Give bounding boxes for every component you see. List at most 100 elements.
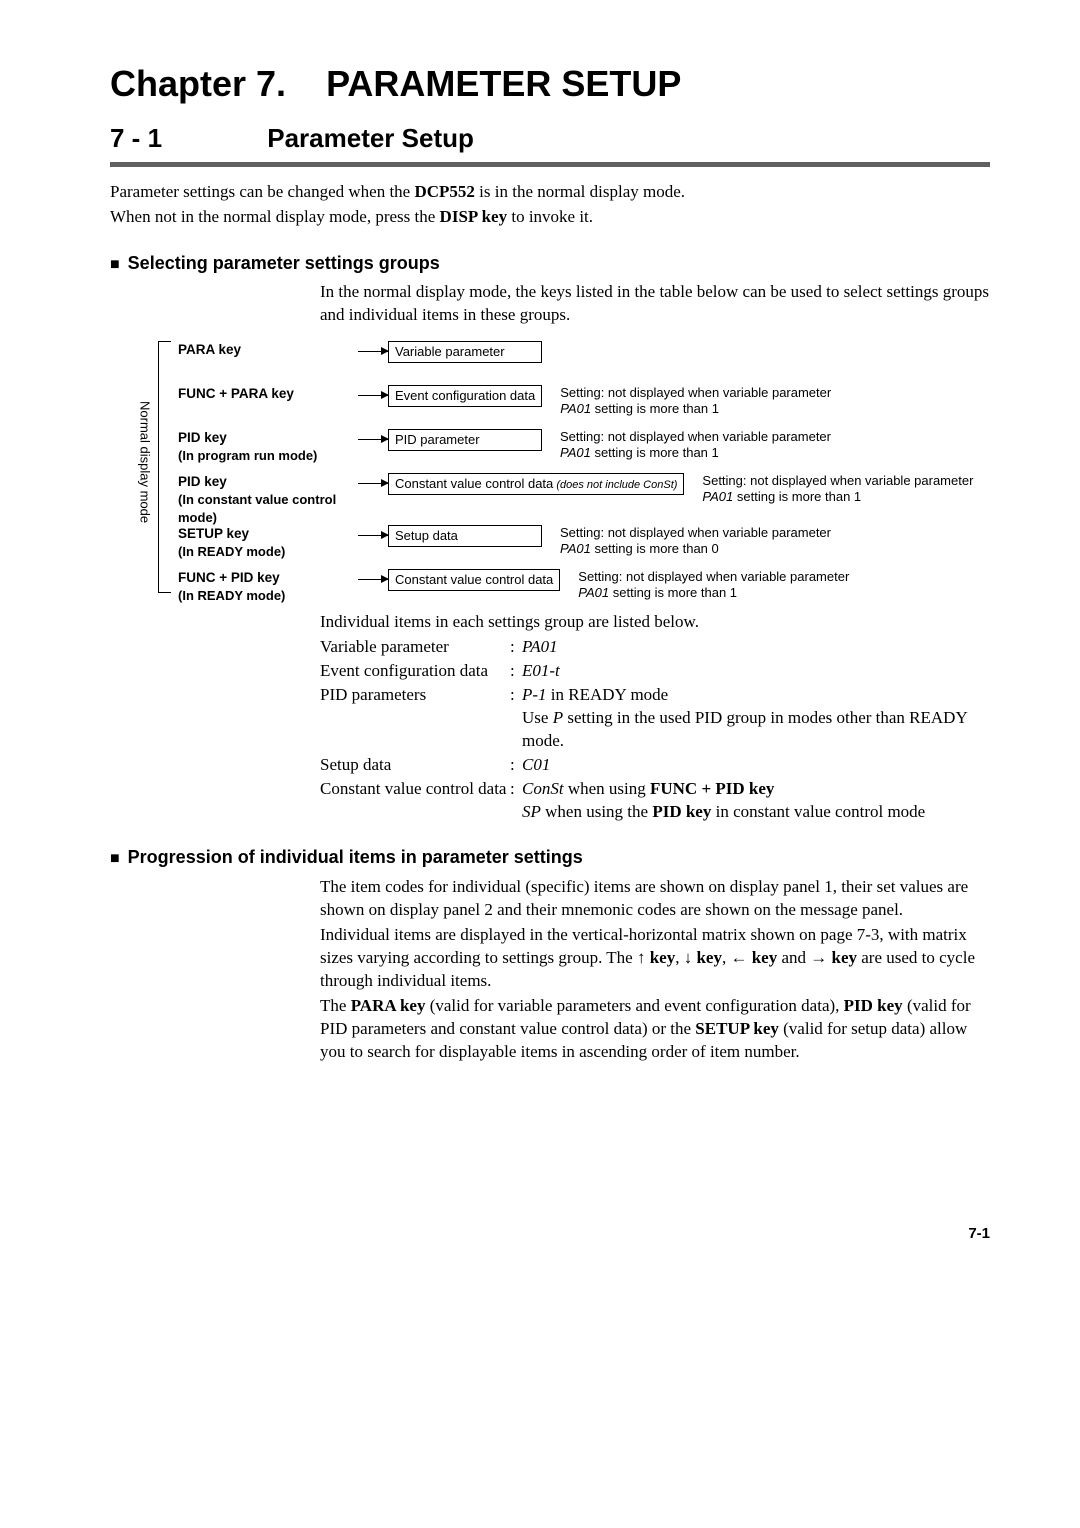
item-value-i: SP <box>522 802 541 821</box>
section-rule <box>110 162 990 167</box>
p3-text: The <box>320 996 351 1015</box>
group-box: Event configuration data <box>388 385 542 407</box>
key-left: ← key <box>730 948 777 967</box>
key-sublabel: (In READY mode) <box>178 587 358 605</box>
item-value-post: in READY mode <box>547 685 669 704</box>
note-line1: Setting: not displayed when variable par… <box>560 525 831 541</box>
key-label: PID key <box>178 429 358 447</box>
intro-text: to invoke it. <box>507 207 593 226</box>
note-line2: setting is more than 1 <box>591 401 719 416</box>
group-box: Constant value control data (does not in… <box>388 473 684 495</box>
item-value-key: PID key <box>652 802 711 821</box>
item-label: Constant value control data <box>320 778 510 824</box>
subheading-text: Progression of individual items in param… <box>128 847 583 867</box>
note-line2: setting is more than 1 <box>733 489 861 504</box>
diagram-row: PARA key Variable parameter <box>178 341 542 363</box>
sub1-paragraph: In the normal display mode, the keys lis… <box>320 281 990 327</box>
key-sublabel: (In program run mode) <box>178 447 358 465</box>
page-number: 7-1 <box>110 1224 990 1244</box>
sub2-p2: Individual items are displayed in the ve… <box>320 924 990 993</box>
key-label: PARA key <box>178 341 358 359</box>
subheading-selecting: ■ Selecting parameter settings groups <box>110 251 990 276</box>
key-right: → key <box>810 948 857 967</box>
note-line1: Setting: not displayed when variable par… <box>560 385 831 401</box>
arrow-icon <box>358 579 388 580</box>
square-bullet-icon: ■ <box>110 256 120 273</box>
sub2-p3: The PARA key (valid for variable paramet… <box>320 995 990 1064</box>
diagram-row: FUNC + PARA key Event configuration data… <box>178 385 831 418</box>
note-param: PA01 <box>578 585 609 600</box>
colon: : <box>510 754 522 777</box>
section-number: 7 - 1 <box>110 121 260 156</box>
group-box-text: Constant value control data <box>395 572 553 587</box>
key-sublabel: (In constant value control mode) <box>178 491 358 526</box>
square-bullet-icon: ■ <box>110 850 120 867</box>
arrow-icon <box>358 483 388 484</box>
key-diagram: Normal display mode PARA key Variable pa… <box>168 341 990 601</box>
colon: : <box>510 778 522 824</box>
key-setup: SETUP key <box>695 1019 779 1038</box>
mode-label: Normal display mode <box>136 401 154 523</box>
diagram-row: PID key (In constant value control mode)… <box>178 473 973 526</box>
diagram-row: SETUP key (In READY mode) Setup data Set… <box>178 525 831 561</box>
note-line2: setting is more than 1 <box>591 445 719 460</box>
item-value: C01 <box>522 755 550 774</box>
key-label: SETUP key <box>178 525 358 543</box>
sep: , <box>675 948 684 967</box>
colon: : <box>510 684 522 753</box>
note-line2: setting is more than 0 <box>591 541 719 556</box>
sub2-p1: The item codes for individual (specific)… <box>320 876 990 922</box>
item-label: PID parameters <box>320 684 510 753</box>
note-line1: Setting: not displayed when variable par… <box>578 569 849 585</box>
subheading-text: Selecting parameter settings groups <box>128 253 440 273</box>
items-list: Individual items in each settings group … <box>320 611 990 823</box>
group-box-note: (does not include ConSt) <box>553 479 677 491</box>
subheading-progression: ■ Progression of individual items in para… <box>110 845 990 870</box>
group-box: PID parameter <box>388 429 542 451</box>
diagram-row: PID key (In program run mode) PID parame… <box>178 429 831 465</box>
group-box: Variable parameter <box>388 341 542 363</box>
intro-key: DISP key <box>440 207 508 226</box>
key-down: ↓ key <box>684 948 722 967</box>
arrow-icon <box>358 351 388 352</box>
note-line1: Setting: not displayed when variable par… <box>560 429 831 445</box>
group-box-text: Event configuration data <box>395 388 535 403</box>
item-value-i: P <box>553 708 563 727</box>
key-sublabel: (In READY mode) <box>178 543 358 561</box>
key-pid: PID key <box>844 996 903 1015</box>
note-line1: Setting: not displayed when variable par… <box>702 473 973 489</box>
sep: and <box>777 948 810 967</box>
item-value-mid: when using <box>564 779 650 798</box>
intro-text: Parameter settings can be changed when t… <box>110 182 414 201</box>
section-name: Parameter Setup <box>267 123 474 153</box>
note-param: PA01 <box>560 541 591 556</box>
colon: : <box>510 636 522 659</box>
key-label: FUNC + PID key <box>178 569 358 587</box>
item-value: ConSt <box>522 779 564 798</box>
key-label: FUNC + PARA key <box>178 385 358 403</box>
chapter-title: Chapter 7. PARAMETER SETUP <box>110 60 990 109</box>
item-value-mid: when using the <box>541 802 652 821</box>
note-param: PA01 <box>560 445 591 460</box>
item-value: E01-t <box>522 661 560 680</box>
items-intro: Individual items in each settings group … <box>320 611 990 634</box>
item-value-cont: Use <box>522 708 553 727</box>
item-label: Setup data <box>320 754 510 777</box>
mode-bracket <box>158 341 171 593</box>
group-box-text: Variable parameter <box>395 344 505 359</box>
note-param: PA01 <box>702 489 733 504</box>
group-box: Constant value control data <box>388 569 560 591</box>
item-label: Variable parameter <box>320 636 510 659</box>
intro-block: Parameter settings can be changed when t… <box>110 181 990 229</box>
arrow-icon <box>358 439 388 440</box>
item-label: Event configuration data <box>320 660 510 683</box>
intro-model: DCP552 <box>414 182 474 201</box>
group-box: Setup data <box>388 525 542 547</box>
item-value-post: in constant value control mode <box>711 802 925 821</box>
group-box-text: PID parameter <box>395 432 480 447</box>
key-up: ↑ key <box>637 948 675 967</box>
item-value-cont: setting in the used PID group in modes o… <box>522 708 967 750</box>
diagram-row: FUNC + PID key (In READY mode) Constant … <box>178 569 849 605</box>
intro-text: When not in the normal display mode, pre… <box>110 207 440 226</box>
colon: : <box>510 660 522 683</box>
